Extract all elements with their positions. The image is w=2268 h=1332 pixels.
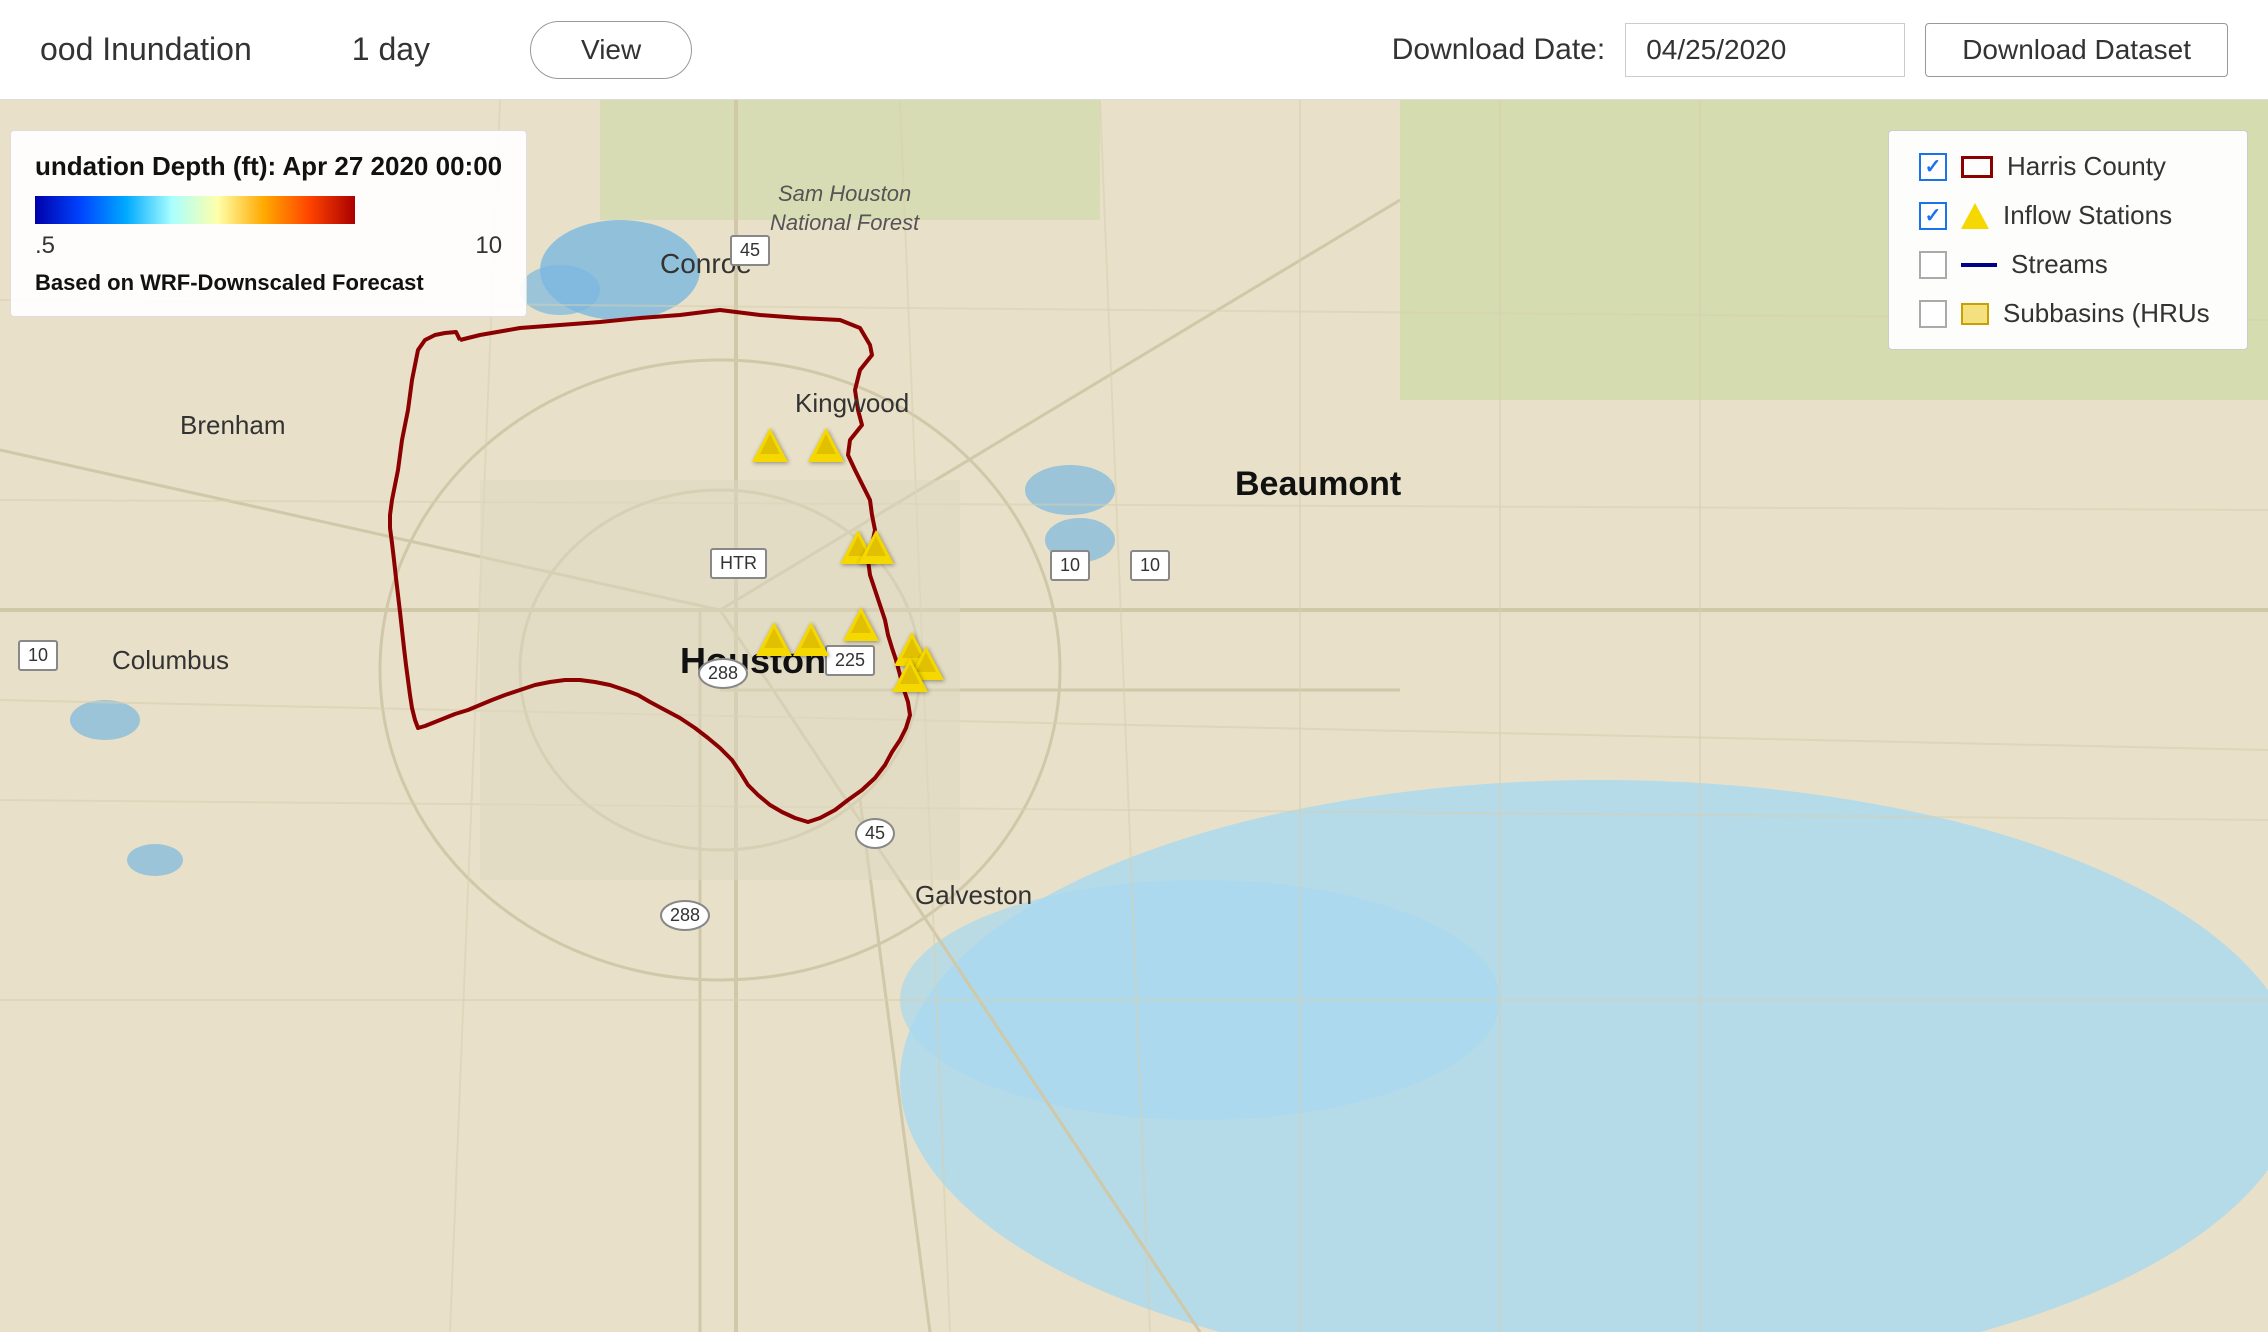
225-shield: 225 (825, 645, 875, 676)
subbasins-label: Subbasins (HRUs (2003, 298, 2210, 329)
station-marker-6[interactable] (756, 622, 792, 656)
colorbar (35, 196, 355, 224)
download-section: Download Date: Download Dataset (1392, 23, 2228, 77)
map-container[interactable]: Houston Conroe Kingwood Beaumont Brenham… (0, 100, 2268, 1332)
colorbar-min: .5 (35, 232, 55, 260)
colorbar-labels: .5 10 (35, 232, 502, 260)
inflow-stations-checkbox[interactable] (1919, 202, 1947, 230)
harris-county-checkbox[interactable] (1919, 153, 1947, 181)
station-marker-7[interactable] (793, 622, 829, 656)
download-dataset-button[interactable]: Download Dataset (1925, 23, 2228, 77)
streams-checkbox[interactable] (1919, 251, 1947, 279)
download-date-label: Download Date: (1392, 33, 1605, 67)
colorbar-max: 10 (475, 232, 502, 260)
inundation-legend: undation Depth (ft): Apr 27 2020 00:00 .… (10, 130, 527, 317)
htr-shield: HTR (710, 548, 767, 579)
harris-county-label: Harris County (2007, 151, 2166, 182)
station-marker-10[interactable] (892, 658, 928, 692)
i10b-shield: 10 (1130, 550, 1170, 581)
288-shield: 288 (698, 658, 748, 689)
inundation-title: undation Depth (ft): Apr 27 2020 00:00 (35, 151, 502, 182)
subbasins-checkbox[interactable] (1919, 300, 1947, 328)
legend-item-harris-county[interactable]: Harris County (1919, 151, 2217, 182)
duration-label: 1 day (352, 31, 430, 68)
station-marker-4[interactable] (858, 530, 894, 564)
i10a-shield: 10 (1050, 550, 1090, 581)
288b-shield: 288 (660, 900, 710, 931)
streams-icon (1961, 263, 1997, 267)
harris-county-icon (1961, 156, 1993, 178)
map-legend: Harris County Inflow Stations Streams Su… (1888, 130, 2248, 350)
subbasins-icon (1961, 303, 1989, 325)
download-date-input[interactable] (1625, 23, 1905, 77)
legend-item-streams[interactable]: Streams (1919, 249, 2217, 280)
view-button[interactable]: View (530, 21, 692, 79)
station-marker-2[interactable] (808, 428, 844, 462)
i10c-shield: 10 (18, 640, 58, 671)
inflow-stations-icon (1961, 203, 1989, 229)
legend-item-subbasins[interactable]: Subbasins (HRUs (1919, 298, 2217, 329)
top-bar: ood Inundation 1 day View Download Date:… (0, 0, 2268, 100)
page-title: ood Inundation (40, 31, 252, 68)
streams-label: Streams (2011, 249, 2108, 280)
station-marker-5[interactable] (843, 607, 879, 641)
i45-shield: 45 (730, 235, 770, 266)
inundation-note: Based on WRF-Downscaled Forecast (35, 270, 502, 296)
station-marker-1[interactable] (752, 428, 788, 462)
45b-shield: 45 (855, 818, 895, 849)
legend-item-inflow-stations[interactable]: Inflow Stations (1919, 200, 2217, 231)
inflow-stations-label: Inflow Stations (2003, 200, 2172, 231)
